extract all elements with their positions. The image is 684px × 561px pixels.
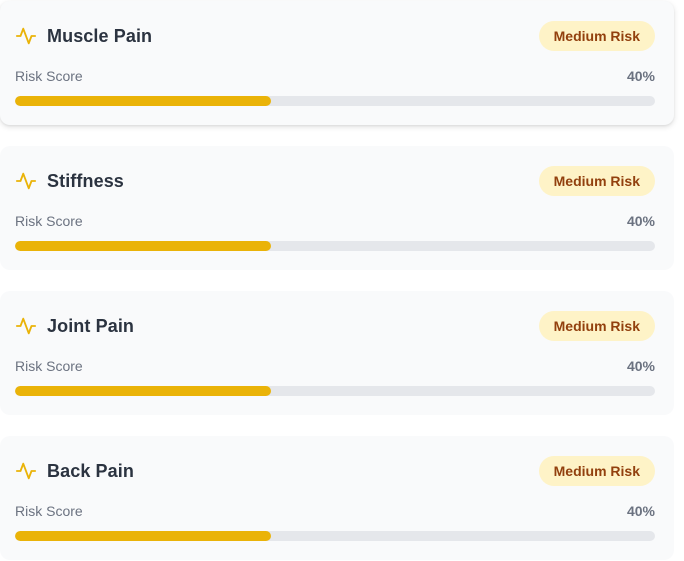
risk-progress-track — [15, 531, 655, 541]
risk-score-label: Risk Score — [15, 68, 83, 84]
risk-progress-fill — [15, 241, 271, 251]
card-title-group: Stiffness — [15, 170, 124, 192]
activity-pulse-icon — [15, 170, 37, 192]
risk-score-row: Risk Score 40% — [15, 213, 655, 231]
symptom-title: Stiffness — [47, 170, 124, 191]
symptom-card-back-pain[interactable]: Back Pain Medium Risk Risk Score 40% — [0, 436, 674, 560]
risk-score-label: Risk Score — [15, 503, 83, 519]
card-title-group: Back Pain — [15, 460, 134, 482]
risk-score-label: Risk Score — [15, 358, 83, 374]
card-title-group: Muscle Pain — [15, 25, 152, 47]
activity-pulse-icon — [15, 315, 37, 337]
risk-score-value: 40% — [626, 68, 655, 84]
risk-progress-fill — [15, 386, 271, 396]
risk-progress-track — [15, 241, 655, 251]
risk-progress-track — [15, 386, 655, 396]
card-title-group: Joint Pain — [15, 315, 134, 337]
card-header: Back Pain Medium Risk — [15, 436, 655, 508]
risk-score-label: Risk Score — [15, 213, 83, 229]
risk-level-badge: Medium Risk — [538, 456, 655, 486]
risk-score-row: Risk Score 40% — [15, 358, 655, 376]
card-header: Joint Pain Medium Risk — [15, 291, 655, 363]
symptom-card-muscle-pain[interactable]: Muscle Pain Medium Risk Risk Score 40% — [0, 1, 674, 125]
symptom-title: Back Pain — [47, 460, 134, 481]
symptom-card-stiffness[interactable]: Stiffness Medium Risk Risk Score 40% — [0, 146, 674, 270]
risk-progress-track — [15, 96, 655, 106]
symptom-risk-list: Muscle Pain Medium Risk Risk Score 40% S… — [0, 0, 684, 561]
symptom-title: Joint Pain — [47, 315, 135, 336]
risk-score-value: 40% — [626, 358, 655, 374]
symptom-card-joint-pain[interactable]: Joint Pain Medium Risk Risk Score 40% — [0, 291, 674, 415]
risk-progress-fill — [15, 531, 271, 541]
risk-score-value: 40% — [626, 503, 655, 519]
symptom-title: Muscle Pain — [47, 25, 153, 46]
risk-level-badge: Medium Risk — [538, 21, 655, 51]
risk-score-row: Risk Score 40% — [15, 503, 655, 521]
card-header: Muscle Pain Medium Risk — [15, 1, 655, 73]
card-header: Stiffness Medium Risk — [15, 146, 655, 218]
activity-pulse-icon — [15, 25, 37, 47]
risk-level-badge: Medium Risk — [538, 166, 655, 196]
risk-score-row: Risk Score 40% — [15, 68, 655, 86]
activity-pulse-icon — [15, 460, 37, 482]
risk-score-value: 40% — [626, 213, 655, 229]
risk-progress-fill — [15, 96, 271, 106]
risk-level-badge: Medium Risk — [538, 311, 655, 341]
